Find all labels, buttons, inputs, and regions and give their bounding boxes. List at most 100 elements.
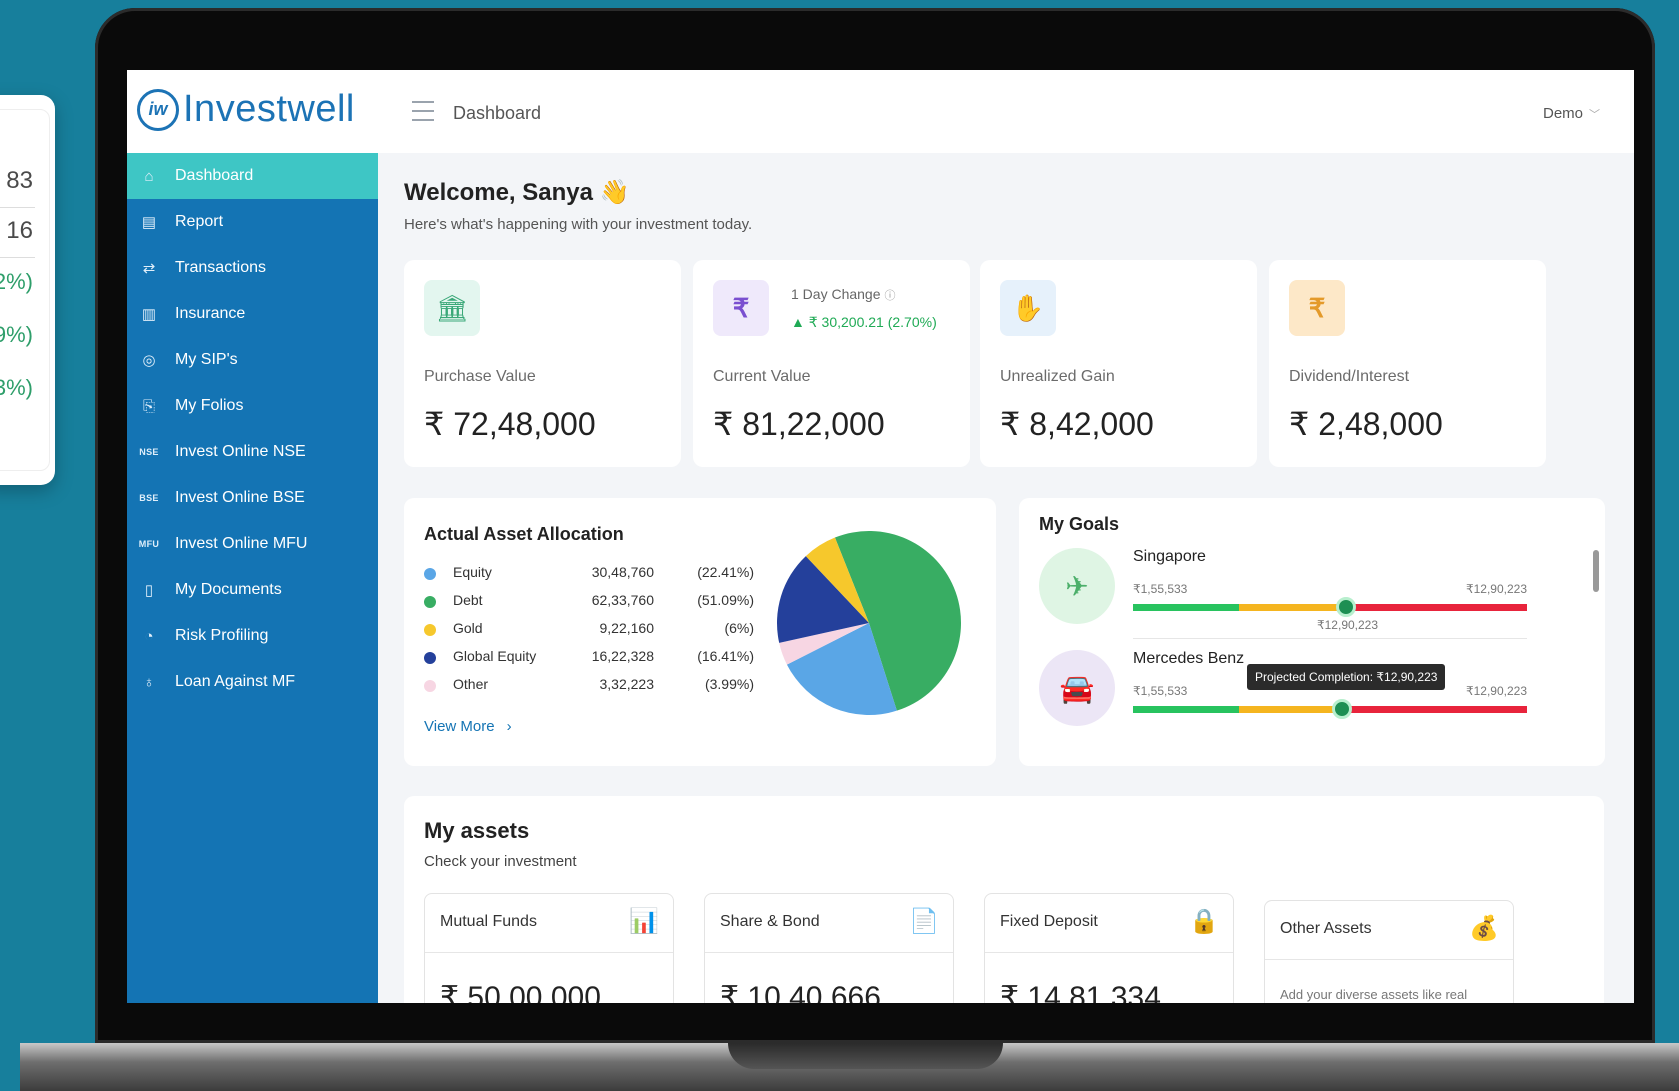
allocation-name: Debt: [453, 592, 483, 608]
allocation-name: Gold: [453, 620, 483, 636]
asset-divider: [425, 952, 673, 953]
goal-start-amount: ₹1,55,533: [1133, 582, 1188, 596]
allocation-value: 30,48,760: [591, 564, 654, 580]
money-bag-icon: ₹: [1289, 280, 1345, 336]
view-more-label: View More: [424, 718, 495, 735]
sidebar-item-my-documents[interactable]: ▯ My Documents: [127, 567, 378, 613]
stat-value: ₹ 72,48,000: [424, 406, 596, 442]
view-more-link[interactable]: View More ›: [424, 718, 512, 735]
assets-subtitle: Check your investment: [424, 853, 577, 870]
asset-value: ₹ 50,00,000: [440, 981, 601, 1003]
legend-dot: [424, 680, 436, 692]
asset-card-mutual-funds[interactable]: Mutual Funds 📊 ₹ 50,00,000: [424, 893, 674, 1003]
day-change-label: 1 Day Change ⓘ: [791, 286, 896, 303]
asset-divider: [985, 952, 1233, 953]
brand-logo[interactable]: iw Investwell: [137, 88, 355, 131]
sidebar-item-risk-profiling[interactable]: ◔ Risk Profiling: [127, 613, 378, 659]
progress-segment: [1133, 706, 1240, 713]
asset-name: Share & Bond: [720, 913, 820, 930]
stat-label: Unrealized Gain: [1000, 368, 1115, 385]
assets-title: My assets: [424, 818, 530, 843]
allocation-row: Debt 62,33,760 (51.09%): [424, 592, 754, 622]
goal-progress-handle[interactable]: [1335, 597, 1356, 617]
sidebar-item-my-folios[interactable]: ⎘ My Folios: [127, 383, 378, 429]
bse-icon: BSE: [139, 493, 159, 503]
gain-icon: ✋: [1000, 280, 1056, 336]
growth-chart-icon: 📊: [629, 908, 659, 935]
goal-progress-handle[interactable]: [1331, 699, 1352, 719]
home-icon: ⌂: [144, 167, 154, 185]
asset-value: ₹ 14,81,334: [1000, 981, 1161, 1003]
user-menu[interactable]: Demo ﹀: [1543, 105, 1600, 122]
goals-scrollbar[interactable]: [1593, 550, 1599, 592]
sidebar-item-loan-against-mf[interactable]: ♁ Loan Against MF: [127, 659, 378, 705]
asset-name: Other Assets: [1280, 920, 1372, 937]
allocation-name: Equity: [453, 564, 492, 580]
summary-number: 83: [6, 167, 33, 194]
sidebar-item-invest-online-bse[interactable]: BSE Invest Online BSE: [127, 475, 378, 521]
allocation-name: Other: [453, 676, 489, 692]
allocation-value: 3,32,223: [599, 676, 655, 692]
asset-name: Fixed Deposit: [1000, 913, 1098, 930]
sidebar-item-report[interactable]: ▤ Report: [127, 199, 378, 245]
hamburger-menu-icon[interactable]: [412, 101, 434, 128]
coins-icon: ₹: [713, 280, 769, 336]
sidebar-item-insurance[interactable]: ▥ Insurance: [127, 291, 378, 337]
summary-divider: [0, 207, 35, 208]
progress-segment: [1345, 604, 1527, 611]
asset-card-fixed-deposit[interactable]: Fixed Deposit 🔒 ₹ 14,81,334: [984, 893, 1234, 1003]
goal-progress-bar: [1133, 699, 1527, 719]
legend-dot: [424, 596, 436, 608]
sidebar-item-label: Report: [175, 213, 224, 230]
sidebar-item-label: My Folios: [175, 397, 244, 414]
legend-dot: [424, 624, 436, 636]
sidebar-item-label: Invest Online MFU: [175, 535, 308, 552]
goal-target-amount: ₹12,90,223: [1465, 582, 1527, 596]
asset-allocation-card: Actual Asset Allocation Equity 30,48,760 (…: [404, 498, 996, 766]
sidebar-item-dashboard[interactable]: ⌂ Dashboard: [127, 153, 378, 199]
allocation-name: Global Equity: [453, 648, 537, 664]
gauge-icon: ◔: [144, 627, 154, 645]
day-change-value: ▲ ₹ 30,200.21 (2.70%): [791, 314, 937, 330]
app-screen: iw Investwell Dashboard Demo ﹀ ⌂ Dashboard…: [127, 70, 1634, 1003]
allocation-row: Gold 9,22,160 (6%): [424, 620, 754, 650]
stat-card-dividend-interest[interactable]: ₹ Dividend/Interest ₹ 2,48,000: [1269, 260, 1546, 467]
goal-name[interactable]: Mercedes Benz: [1133, 650, 1244, 668]
sidebar-item-label: Invest Online NSE: [175, 443, 306, 460]
safe-icon: 🔒: [1189, 908, 1219, 935]
asset-divider: [1265, 959, 1513, 960]
stat-card-unrealized-gain[interactable]: ✋ Unrealized Gain ₹ 8,42,000: [980, 260, 1257, 467]
sidebar-item-my-sip-s[interactable]: ◎ My SIP's: [127, 337, 378, 383]
allocation-percent: (3.99%): [704, 676, 754, 692]
progress-segment: [1239, 706, 1342, 713]
sidebar-item-invest-online-nse[interactable]: NSE Invest Online NSE: [127, 429, 378, 475]
goal-name[interactable]: Singapore: [1133, 548, 1206, 566]
allocation-row: Other 3,32,223 (3.99%): [424, 676, 754, 706]
my-goals-card: My Goals ✈ Singapore ₹1,55,533 ₹12,90,223 ₹1…: [1019, 498, 1605, 766]
stat-value: ₹ 81,22,000: [713, 406, 885, 442]
goal-divider: [1133, 638, 1527, 639]
assets-icon: 💰: [1469, 915, 1499, 942]
goal-marker-label: ₹12,90,223: [1317, 618, 1379, 632]
asset-card-share-bond[interactable]: Share & Bond 📄 ₹ 10,40,666: [704, 893, 954, 1003]
sidebar-item-invest-online-mfu[interactable]: MFU Invest Online MFU: [127, 521, 378, 567]
stat-label: Dividend/Interest: [1289, 368, 1410, 385]
allocation-percent: (16.41%): [697, 648, 754, 664]
user-name: Demo: [1542, 105, 1583, 122]
asset-card-other-assets[interactable]: Other Assets 💰 Add your diverse assets lik…: [1264, 900, 1514, 1003]
folio-icon: ⎘: [142, 397, 155, 415]
transfer-icon: ⇄: [142, 260, 156, 277]
stat-card-current-value[interactable]: ₹ 1 Day Change ⓘ ▲ ₹ 30,200.21 (2.70%) Cu…: [693, 260, 970, 467]
brand-name: Investwell: [183, 88, 355, 130]
sidebar-item-transactions[interactable]: ⇄ Transactions: [127, 245, 378, 291]
info-icon[interactable]: ⓘ: [885, 290, 896, 302]
allocation-title: Actual Asset Allocation: [424, 524, 624, 544]
sip-icon: ◎: [142, 352, 156, 369]
stat-card-purchase-value[interactable]: 🏛 Purchase Value ₹ 72,48,000: [404, 260, 681, 467]
summary-percent: 2%): [0, 269, 33, 294]
allocation-percent: (22.41%): [697, 564, 754, 580]
asset-divider: [705, 952, 953, 953]
sidebar-item-label: Invest Online BSE: [175, 489, 305, 506]
goal-progress-bar: [1133, 597, 1527, 617]
floating-summary-card: 83 16 2%) 9%) 3%): [0, 95, 55, 485]
